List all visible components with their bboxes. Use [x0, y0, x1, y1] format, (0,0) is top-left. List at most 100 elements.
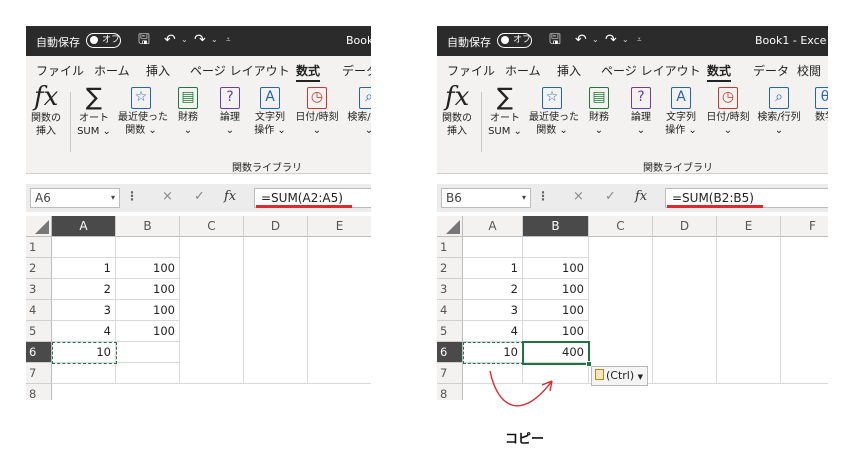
cell-block-d[interactable]	[653, 237, 717, 384]
redo-icon[interactable]: ↷	[605, 31, 617, 49]
row-header-8[interactable]: 8	[26, 384, 52, 400]
row-header-7[interactable]: 7	[437, 363, 463, 384]
cell-b1[interactable]	[523, 237, 589, 258]
cell-b1[interactable]	[116, 237, 180, 258]
datetime-button[interactable]: ◷ 日付/時刻 ⌄	[292, 84, 342, 137]
undo-icon[interactable]: ↶	[164, 31, 176, 49]
row-header-7[interactable]: 7	[26, 363, 52, 384]
autosave-toggle[interactable]: オフ	[497, 33, 532, 48]
select-all-button[interactable]	[26, 216, 52, 237]
cell-a3[interactable]: 2	[52, 279, 116, 300]
cell-a4[interactable]: 3	[463, 300, 523, 321]
cell-b6[interactable]	[116, 342, 180, 363]
row-header-5[interactable]: 5	[26, 321, 52, 342]
column-header-f[interactable]: F	[781, 216, 828, 237]
cell-b3[interactable]: 100	[523, 279, 589, 300]
column-header-d[interactable]: D	[653, 216, 717, 237]
tab-data[interactable]: データ	[342, 62, 371, 79]
column-header-d[interactable]: D	[244, 216, 308, 237]
cell-b3[interactable]: 100	[116, 279, 180, 300]
cell-a1[interactable]	[52, 237, 116, 258]
tab-page-layout[interactable]: ページ レイアウト	[601, 62, 701, 79]
cell-a2[interactable]: 1	[463, 258, 523, 279]
math-button[interactable]: θ 数学	[805, 84, 828, 124]
name-box[interactable]: A6 ▾	[30, 188, 120, 208]
column-header-e[interactable]: E	[717, 216, 781, 237]
cell-a5[interactable]: 4	[52, 321, 116, 342]
cell-a4[interactable]: 3	[52, 300, 116, 321]
column-header-b[interactable]: B	[116, 216, 180, 237]
cancel-icon[interactable]: ×	[573, 189, 584, 204]
redo-dropdown-icon[interactable]: ⌄	[622, 35, 629, 44]
row-header-2[interactable]: 2	[26, 258, 52, 279]
column-header-c[interactable]: C	[180, 216, 244, 237]
row-header-5[interactable]: 5	[437, 321, 463, 342]
chevron-down-icon[interactable]: ▾	[522, 189, 526, 207]
cell-b5[interactable]: 100	[116, 321, 180, 342]
tab-formulas[interactable]: 数式	[296, 62, 321, 82]
row-header-3[interactable]: 3	[26, 279, 52, 300]
recent-functions-button[interactable]: ☆ 最近使った 関数 ⌄	[529, 84, 579, 137]
tab-home[interactable]: ホーム	[505, 62, 541, 79]
cell-b2[interactable]: 100	[116, 258, 180, 279]
row-header-3[interactable]: 3	[437, 279, 463, 300]
cell-a3[interactable]: 2	[463, 279, 523, 300]
tab-formulas[interactable]: 数式	[707, 62, 732, 82]
recent-functions-button[interactable]: ☆ 最近使った 関数 ⌄	[118, 84, 168, 137]
cell-block-d[interactable]	[244, 237, 308, 384]
save-icon[interactable]: 🖫	[138, 31, 150, 49]
cell-block-f[interactable]	[781, 237, 828, 384]
undo-dropdown-icon[interactable]: ⌄	[592, 35, 599, 44]
row-header-4[interactable]: 4	[437, 300, 463, 321]
cell-b5[interactable]: 100	[523, 321, 589, 342]
column-header-a[interactable]: A	[463, 216, 523, 237]
logical-button[interactable]: ? 論理 ⌄	[621, 84, 661, 137]
autosum-button[interactable]: ∑ オート SUM ⌄	[485, 84, 525, 138]
row-header-1[interactable]: 1	[437, 237, 463, 258]
save-icon[interactable]: 🖫	[549, 31, 561, 49]
chevron-down-icon[interactable]: ▾	[111, 189, 115, 207]
logical-button[interactable]: ? 論理 ⌄	[210, 84, 250, 137]
cancel-icon[interactable]: ×	[162, 189, 173, 204]
financial-button[interactable]: ▤ 財務 ⌄	[168, 84, 208, 137]
cell-a2[interactable]: 1	[52, 258, 116, 279]
row-header-6[interactable]: 6	[437, 342, 463, 363]
select-all-button[interactable]	[437, 216, 463, 237]
enter-icon[interactable]: ✓	[194, 189, 205, 204]
undo-dropdown-icon[interactable]: ⌄	[181, 35, 188, 44]
row-header-6[interactable]: 6	[26, 342, 52, 363]
column-header-a[interactable]: A	[52, 216, 116, 237]
autosum-button[interactable]: ∑ オート SUM ⌄	[74, 84, 114, 138]
column-header-b[interactable]: B	[523, 216, 589, 237]
cell-block-e[interactable]	[308, 237, 371, 384]
cell-block-c[interactable]	[180, 237, 244, 384]
cell-block-c[interactable]	[589, 237, 653, 384]
tab-page-layout[interactable]: ページ レイアウト	[190, 62, 290, 79]
insert-function-icon[interactable]: fx	[224, 189, 236, 204]
row-header-8[interactable]: 8	[437, 384, 463, 400]
tab-insert[interactable]: 挿入	[146, 62, 170, 79]
insert-function-button[interactable]: fx 関数の 挿入	[437, 84, 477, 138]
cell-b7[interactable]	[116, 363, 180, 384]
cell-b4[interactable]: 100	[523, 300, 589, 321]
enter-icon[interactable]: ✓	[605, 189, 616, 204]
cell-a7[interactable]	[52, 363, 116, 384]
row-header-2[interactable]: 2	[437, 258, 463, 279]
tab-file[interactable]: ファイル	[447, 62, 495, 79]
tab-file[interactable]: ファイル	[36, 62, 84, 79]
datetime-button[interactable]: ◷ 日付/時刻 ⌄	[703, 84, 753, 137]
text-button[interactable]: A 文字列 操作 ⌄	[250, 84, 290, 137]
cell-b4[interactable]: 100	[116, 300, 180, 321]
tab-insert[interactable]: 挿入	[557, 62, 581, 79]
tab-data[interactable]: データ	[753, 62, 789, 79]
tab-review[interactable]: 校閲	[797, 62, 821, 79]
column-header-c[interactable]: C	[589, 216, 653, 237]
cell-row-8[interactable]	[52, 384, 371, 400]
row-header-1[interactable]: 1	[26, 237, 52, 258]
customize-qat-icon[interactable]: ⩡	[637, 35, 642, 45]
insert-function-button[interactable]: fx 関数の 挿入	[26, 84, 66, 138]
lookup-button[interactable]: ⌕ 検索/行列 ⌄	[753, 84, 805, 137]
autosave-toggle[interactable]: オフ	[86, 33, 121, 48]
cell-block-e[interactable]	[717, 237, 781, 384]
paste-options-button[interactable]: (Ctrl) ▼	[591, 366, 649, 386]
